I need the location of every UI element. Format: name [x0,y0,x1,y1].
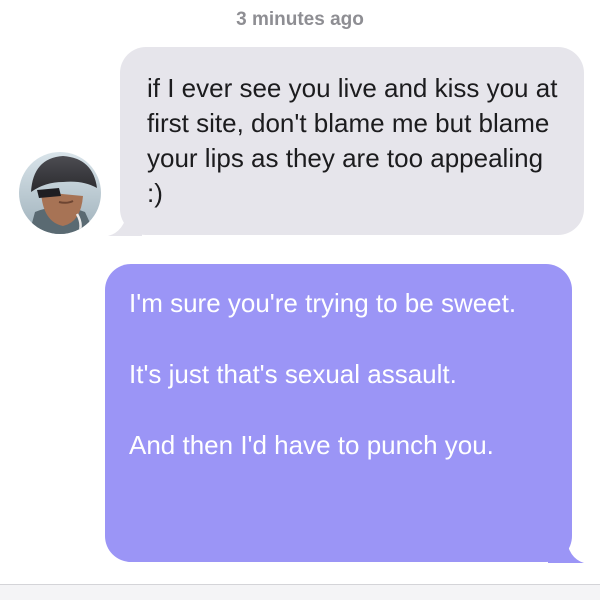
avatar-photo [19,152,101,234]
outgoing-message-paragraph: And then I'd have to punch you. [129,430,494,460]
avatar[interactable] [19,152,101,234]
outgoing-message-paragraph: I'm sure you're trying to be sweet. [129,288,517,318]
message-timestamp: 3 minutes ago [236,9,364,30]
compose-bar-edge [0,585,600,600]
outgoing-message-bubble[interactable]: I'm sure you're trying to be sweet. It's… [105,264,572,562]
outgoing-message-paragraph: It's just that's sexual assault. [129,359,457,389]
incoming-message-bubble[interactable]: if I ever see you live and kiss you at f… [120,47,584,235]
incoming-message-text: if I ever see you live and kiss you at f… [147,73,558,208]
